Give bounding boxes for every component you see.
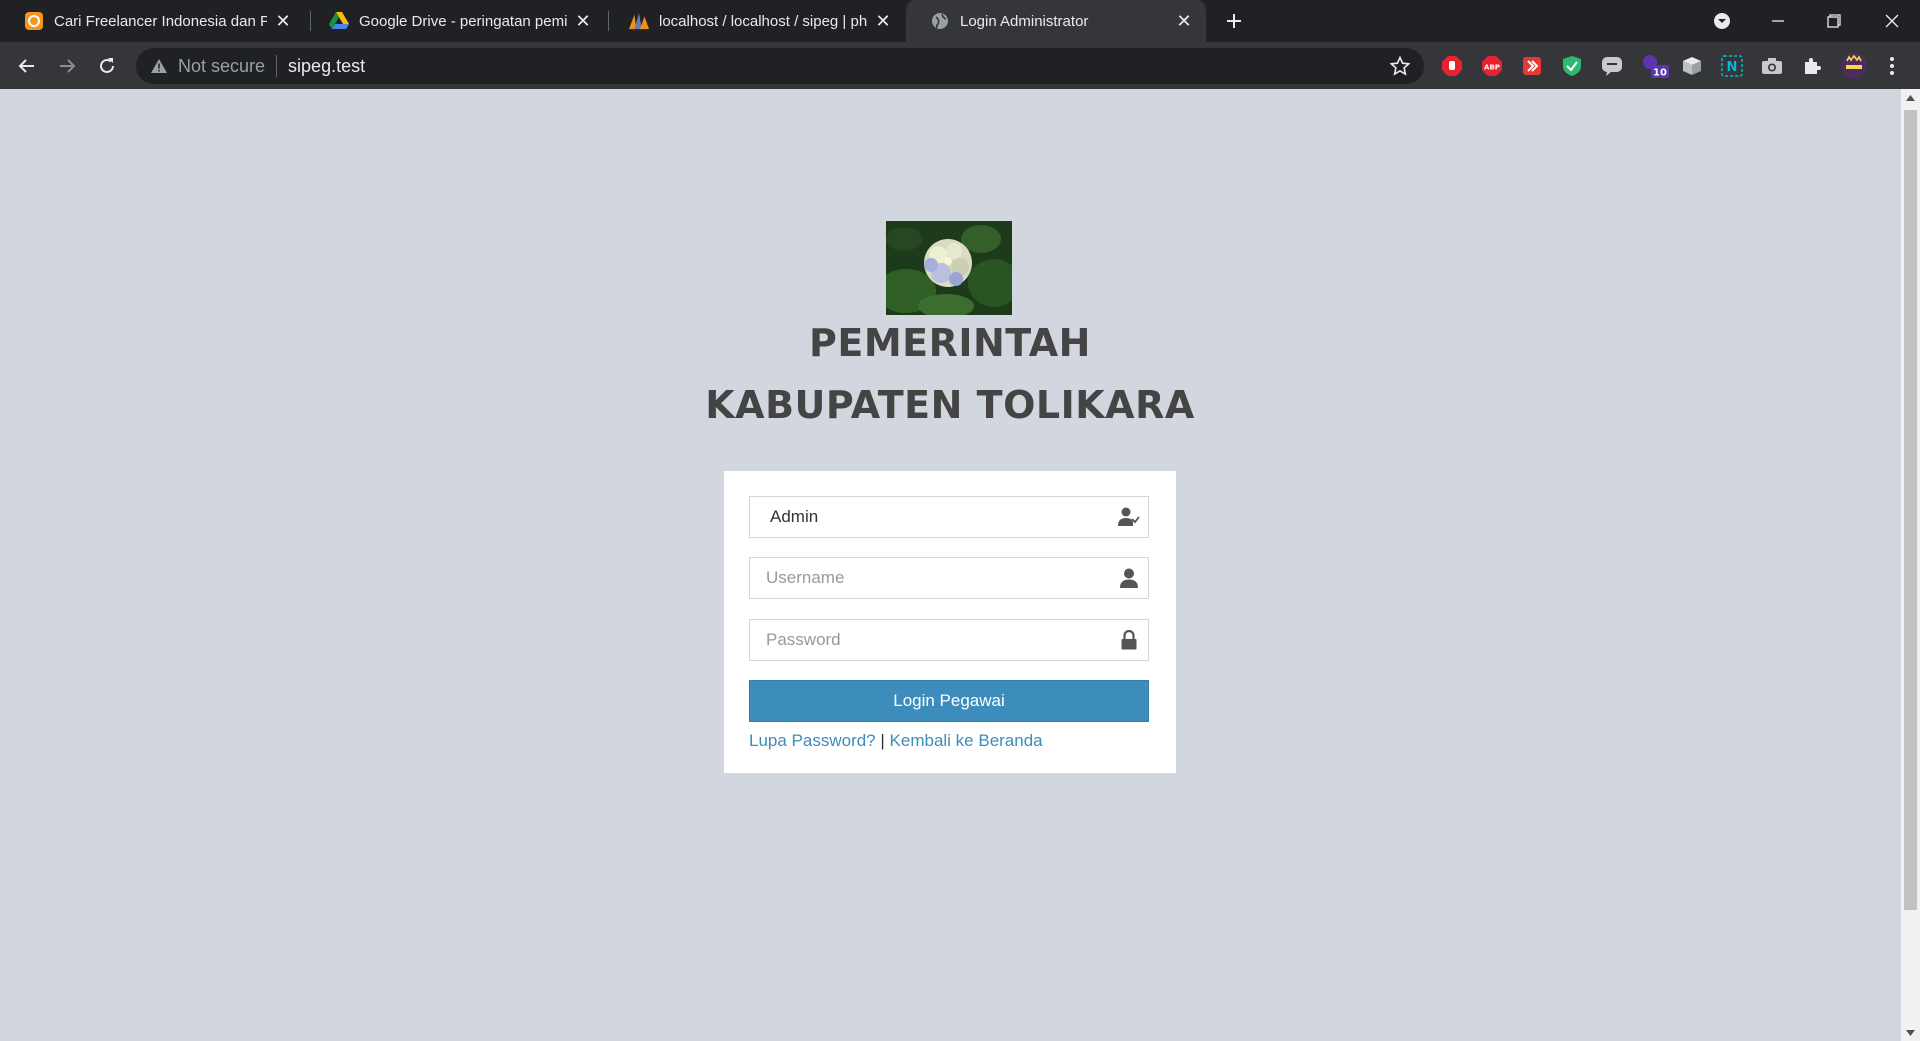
forward-button[interactable] bbox=[51, 50, 83, 82]
puzzle-icon[interactable] bbox=[1800, 54, 1824, 78]
login-links: Lupa Password? | Kembali ke Beranda bbox=[749, 731, 1043, 751]
chat-icon[interactable] bbox=[1600, 54, 1624, 78]
notification-extension-icon[interactable]: 10 bbox=[1640, 54, 1674, 79]
browser-toolbar: Not secure sipeg.test ABP 10 N bbox=[0, 42, 1920, 89]
globe-icon bbox=[930, 11, 950, 31]
browser-tab-strip: Cari Freelancer Indonesia dan Pek ✕ Goog… bbox=[0, 0, 1920, 42]
link-separator: | bbox=[880, 731, 885, 750]
camera-icon[interactable] bbox=[1760, 54, 1784, 78]
close-icon[interactable]: ✕ bbox=[573, 11, 593, 31]
page-title-line1: PEMERINTAH bbox=[809, 321, 1091, 365]
username-input[interactable] bbox=[750, 559, 1110, 597]
tab-google-drive[interactable]: Google Drive - peringatan pemin ✕ bbox=[305, 0, 605, 42]
role-select-value[interactable]: Admin bbox=[750, 507, 1110, 527]
freelancer-favicon-icon bbox=[24, 11, 44, 31]
tab-login-administrator[interactable]: Login Administrator ✕ bbox=[906, 0, 1206, 42]
close-icon[interactable]: ✕ bbox=[273, 11, 293, 31]
address-bar[interactable]: Not secure sipeg.test bbox=[136, 48, 1424, 84]
cube-icon[interactable] bbox=[1680, 54, 1704, 78]
restore-button[interactable] bbox=[1806, 0, 1862, 42]
tab-title: Cari Freelancer Indonesia dan Pek bbox=[54, 12, 267, 30]
password-input[interactable] bbox=[750, 621, 1110, 659]
login-button[interactable]: Login Pegawai bbox=[749, 680, 1149, 722]
google-drive-icon bbox=[329, 11, 349, 31]
security-status[interactable]: Not secure bbox=[178, 56, 265, 77]
shield-icon[interactable] bbox=[1560, 54, 1584, 78]
forgot-password-link[interactable]: Lupa Password? bbox=[749, 731, 876, 750]
scrollbar-thumb[interactable] bbox=[1904, 110, 1917, 910]
tab-search-button[interactable] bbox=[1694, 0, 1750, 42]
minimize-button[interactable] bbox=[1750, 0, 1806, 42]
close-window-button[interactable] bbox=[1864, 0, 1920, 42]
user-check-icon bbox=[1110, 498, 1148, 536]
extension-badge: 10 bbox=[1653, 68, 1667, 79]
password-field[interactable] bbox=[749, 619, 1149, 661]
page-body: PEMERINTAH KABUPATEN TOLIKARA Admin Logi… bbox=[0, 89, 1901, 1041]
scroll-down-arrow-icon[interactable] bbox=[1901, 1024, 1920, 1041]
adblock-plus-icon[interactable]: ABP bbox=[1480, 54, 1504, 78]
svg-text:N: N bbox=[1727, 60, 1738, 75]
omnibox-divider bbox=[276, 55, 278, 77]
more-menu-icon[interactable] bbox=[1880, 54, 1904, 78]
close-icon[interactable]: ✕ bbox=[873, 11, 893, 31]
back-to-home-link[interactable]: Kembali ke Beranda bbox=[890, 731, 1043, 750]
page-title-line2: KABUPATEN TOLIKARA bbox=[705, 383, 1195, 427]
tab-freelancer[interactable]: Cari Freelancer Indonesia dan Pek ✕ bbox=[0, 0, 305, 42]
close-icon[interactable]: ✕ bbox=[1174, 11, 1194, 31]
logo-image bbox=[886, 221, 1012, 315]
svg-text:ABP: ABP bbox=[1484, 64, 1500, 72]
back-button[interactable] bbox=[11, 50, 43, 82]
tab-title: localhost / localhost / sipeg | php bbox=[659, 12, 867, 30]
phpmyadmin-icon bbox=[629, 11, 649, 31]
n-extension-icon[interactable]: N bbox=[1720, 54, 1744, 78]
tab-title: Google Drive - peringatan pemin bbox=[359, 12, 567, 30]
lock-icon bbox=[1110, 621, 1148, 659]
profile-avatar[interactable] bbox=[1840, 53, 1868, 79]
scroll-up-arrow-icon[interactable] bbox=[1901, 89, 1920, 106]
url-text[interactable]: sipeg.test bbox=[288, 56, 365, 77]
reload-button[interactable] bbox=[91, 50, 123, 82]
bookmark-star-icon[interactable] bbox=[1390, 56, 1410, 76]
user-icon bbox=[1110, 559, 1148, 597]
username-field[interactable] bbox=[749, 557, 1149, 599]
tab-phpmyadmin[interactable]: localhost / localhost / sipeg | php ✕ bbox=[605, 0, 905, 42]
warning-icon[interactable] bbox=[150, 57, 168, 75]
tab-title: Login Administrator bbox=[960, 12, 1089, 30]
adblock-icon[interactable] bbox=[1440, 54, 1464, 78]
vertical-scrollbar[interactable] bbox=[1901, 89, 1920, 1041]
new-tab-button[interactable] bbox=[1220, 7, 1248, 35]
video-extension-icon[interactable] bbox=[1520, 54, 1544, 78]
role-select[interactable]: Admin bbox=[749, 496, 1149, 538]
login-form: Admin Login Pegawai Lupa Password? | Kem… bbox=[724, 471, 1176, 773]
